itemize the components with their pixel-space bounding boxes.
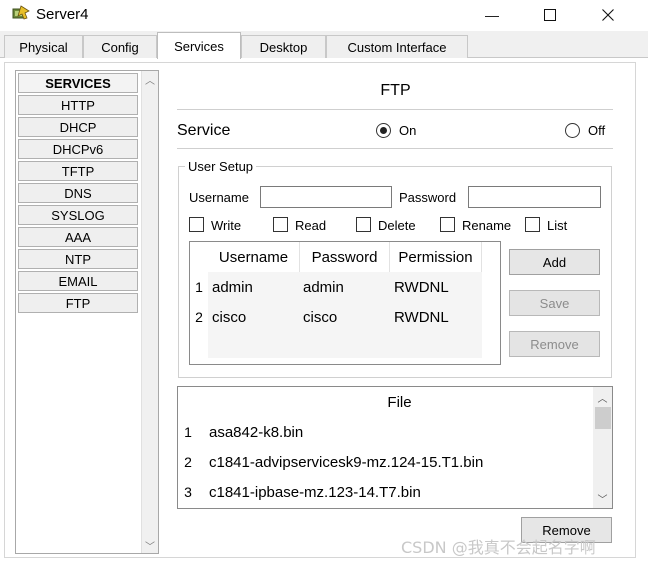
services-list: SERVICES HTTP DHCP DHCPv6 TFTP DNS SYSLO… [18, 73, 138, 315]
column-header-username[interactable]: Username [208, 242, 300, 272]
service-tftp-button[interactable]: TFTP [18, 161, 138, 181]
username-label: Username [189, 190, 249, 205]
service-http-button[interactable]: HTTP [18, 95, 138, 115]
server-app-icon [11, 5, 31, 23]
column-header-permission[interactable]: Permission [390, 242, 482, 272]
title-bar: Server4 — [0, 0, 648, 31]
permission-cell: RWDNL [394, 278, 449, 296]
service-label: Service [177, 122, 231, 139]
row-number: 2 [190, 302, 208, 332]
permission-cell: RWDNL [394, 308, 449, 326]
save-user-button[interactable]: Save [509, 290, 600, 316]
service-syslog-button[interactable]: SYSLOG [18, 205, 138, 225]
service-off-radio[interactable] [565, 123, 580, 138]
table-row-empty [190, 332, 482, 358]
maximize-button[interactable] [527, 4, 573, 26]
scroll-down-icon[interactable]: ﹀ [593, 490, 612, 506]
service-dhcp-button[interactable]: DHCP [18, 117, 138, 137]
service-on-radio[interactable] [376, 123, 391, 138]
read-label: Read [295, 218, 327, 233]
read-checkbox[interactable] [273, 217, 288, 232]
watermark: CSDN @我真不会起名字啊 [401, 538, 596, 557]
user-table[interactable]: Username Password Permission 1 admin adm… [189, 241, 501, 365]
file-row-number: 3 [184, 484, 192, 500]
table-row[interactable]: 1 admin admin RWDNL [190, 272, 482, 302]
delete-checkbox[interactable] [356, 217, 371, 232]
scroll-up-icon[interactable]: ︿ [142, 71, 158, 87]
maximize-icon [544, 9, 556, 21]
password-cell: admin [303, 278, 344, 296]
services-header: SERVICES [18, 73, 138, 93]
rename-label: Rename [462, 218, 512, 233]
password-field[interactable] [468, 186, 601, 208]
page-title: FTP [380, 82, 411, 99]
services-scrollbar[interactable]: ︿ ﹀ [141, 71, 158, 553]
divider [177, 148, 613, 149]
service-email-button[interactable]: EMAIL [18, 271, 138, 291]
file-list-scrollbar[interactable]: ︿ ﹀ [593, 387, 612, 508]
delete-label: Delete [378, 218, 416, 233]
file-name: c1841-ipbase-mz.123-14.T7.bin [209, 483, 421, 501]
tab-config[interactable]: Config [83, 35, 157, 58]
write-label: Write [211, 218, 242, 233]
file-list[interactable]: File 1 asa842-k8.bin 2 c1841-advipservic… [177, 386, 613, 509]
service-off-label: Off [588, 123, 606, 138]
services-list-panel: SERVICES HTTP DHCP DHCPv6 TFTP DNS SYSLO… [15, 70, 159, 554]
list-label: List [547, 218, 568, 233]
tab-services[interactable]: Services [157, 32, 241, 59]
tab-bar: Physical Config Services Desktop Custom … [0, 31, 648, 59]
close-button[interactable] [585, 4, 631, 26]
file-row-number: 2 [184, 454, 192, 470]
table-row[interactable]: 2 cisco cisco RWDNL [190, 302, 482, 332]
service-dns-button[interactable]: DNS [18, 183, 138, 203]
list-item[interactable]: 2 c1841-advipservicesk9-mz.124-15.T1.bin [178, 447, 593, 477]
file-row-number: 1 [184, 424, 192, 440]
password-cell: cisco [303, 308, 338, 326]
add-user-button[interactable]: Add [509, 249, 600, 275]
divider [177, 109, 613, 110]
service-ftp-button[interactable]: FTP [18, 293, 138, 313]
row-number-empty [190, 332, 208, 358]
service-on-label: On [399, 123, 417, 138]
column-header-password[interactable]: Password [300, 242, 390, 272]
list-checkbox[interactable] [525, 217, 540, 232]
user-setup-legend: User Setup [185, 159, 257, 174]
scrollbar-thumb[interactable] [595, 407, 611, 429]
row-number: 1 [190, 272, 208, 302]
username-cell: cisco [212, 308, 247, 326]
file-name: asa842-k8.bin [209, 423, 304, 441]
username-cell: admin [212, 278, 253, 296]
remove-user-button[interactable]: Remove [509, 331, 600, 357]
rename-checkbox[interactable] [440, 217, 455, 232]
scroll-down-icon[interactable]: ﹀ [142, 537, 158, 553]
service-aaa-button[interactable]: AAA [18, 227, 138, 247]
file-name: c1841-advipservicesk9-mz.124-15.T1.bin [209, 453, 484, 471]
minimize-button[interactable]: — [469, 4, 515, 26]
list-item[interactable]: 1 asa842-k8.bin [178, 417, 593, 447]
service-ntp-button[interactable]: NTP [18, 249, 138, 269]
scroll-up-icon[interactable]: ︿ [593, 389, 612, 405]
close-icon [602, 9, 614, 21]
write-checkbox[interactable] [189, 217, 204, 232]
password-label: Password [399, 190, 457, 205]
tab-desktop[interactable]: Desktop [241, 35, 326, 58]
tab-custom-interface[interactable]: Custom Interface [326, 35, 468, 58]
tab-physical[interactable]: Physical [4, 35, 83, 58]
service-dhcpv6-button[interactable]: DHCPv6 [18, 139, 138, 159]
username-field[interactable] [260, 186, 392, 208]
window-title: Server4 [36, 6, 89, 23]
list-item[interactable]: 3 c1841-ipbase-mz.123-14.T7.bin [178, 477, 593, 507]
file-column-header: File [387, 393, 412, 411]
